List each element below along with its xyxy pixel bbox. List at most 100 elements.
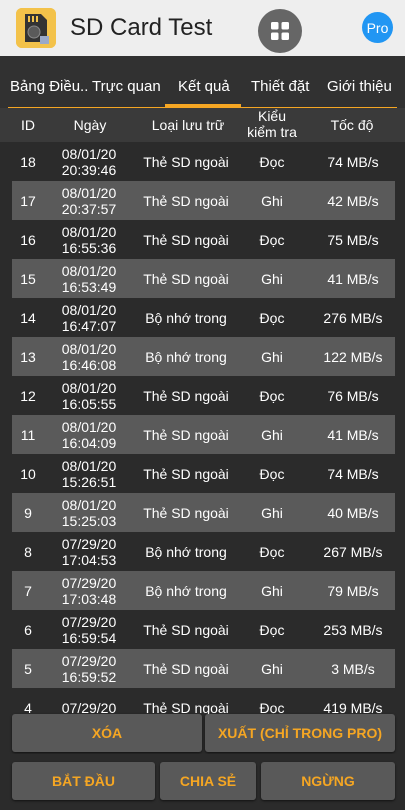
cell-id: 10 [20, 465, 36, 482]
table-row[interactable]: 8 07/29/20 17:04:53 Bộ nhớ trong Đọc 267 MB/s [12, 532, 395, 571]
cell-id: 17 [20, 192, 36, 209]
table-row[interactable]: 9 08/01/20 15:25:03 Thẻ SD ngoài Ghi 40 MB/s [12, 493, 395, 532]
cell-speed: 276 MB/s [323, 309, 383, 326]
cell-date: 08/01/20 15:26:51 [54, 454, 124, 493]
cell-storage: Thẻ SD ngoài [143, 504, 229, 521]
cell-mode: Đọc [259, 231, 285, 248]
cell-date-time: 16:05:55 [61, 395, 117, 412]
cell-id: 7 [24, 582, 32, 599]
cell-id: 4 [24, 699, 32, 715]
cell-date-day: 08/01/20 [61, 340, 117, 357]
cell-date: 08/01/20 15:25:03 [54, 493, 124, 532]
header-mode-line2: kiểm tra [247, 124, 297, 140]
cell-speed: 3 MB/s [331, 660, 375, 677]
cell-speed: 40 MB/s [327, 504, 379, 521]
cell-date: 07/29/20 17:04:53 [54, 532, 124, 571]
cell-storage: Thẻ SD ngoài [143, 192, 229, 209]
cell-storage: Thẻ SD ngoài [143, 621, 229, 638]
table-row[interactable]: 10 08/01/20 15:26:51 Thẻ SD ngoài Đọc 74 MB/s [12, 454, 395, 493]
header-storage: Loại lưu trữ [151, 117, 225, 133]
table-row[interactable]: 14 08/01/20 16:47:07 Bộ nhớ trong Đọc 276 MB/… [12, 298, 395, 337]
cell-date-time: 15:25:03 [61, 512, 117, 529]
tab-selected-indicator [165, 104, 241, 107]
cell-storage: Bộ nhớ trong [145, 309, 227, 326]
cell-storage: Bộ nhớ trong [145, 348, 227, 365]
cell-mode: Ghi [261, 192, 283, 209]
cell-mode: Ghi [261, 504, 283, 521]
cell-date-time: 15:26:51 [61, 473, 117, 490]
cell-date-day: 08/01/20 [61, 301, 117, 318]
cell-mode: Ghi [261, 270, 283, 287]
cell-date: 08/01/20 16:47:07 [54, 298, 124, 337]
cell-id: 9 [24, 504, 32, 521]
cell-date-day: 08/01/20 [61, 379, 117, 396]
cell-date-day: 07/29/20 [61, 535, 117, 552]
cell-speed: 74 MB/s [327, 153, 379, 170]
table-row[interactable]: 18 08/01/20 20:39:46 Thẻ SD ngoài Đọc 74 MB/s [12, 142, 395, 181]
cell-date-day: 07/29/20 [61, 652, 117, 669]
cell-storage: Thẻ SD ngoài [143, 231, 229, 248]
table-row[interactable]: 11 08/01/20 16:04:09 Thẻ SD ngoài Ghi 41 MB/s [12, 415, 395, 454]
header-date: Ngày [73, 117, 107, 133]
cell-id: 8 [24, 543, 32, 560]
table-row[interactable]: 12 08/01/20 16:05:55 Thẻ SD ngoài Đọc 76 MB/s [12, 376, 395, 415]
table-header: ID Ngày Loại lưu trữ Kiểu kiểm tra Tốc đ… [0, 108, 405, 142]
table-row[interactable]: 5 07/29/20 16:59:52 Thẻ SD ngoài Ghi 3 MB/s [12, 649, 395, 688]
table-row[interactable]: 15 08/01/20 16:53:49 Thẻ SD ngoài Ghi 41 MB/s [12, 259, 395, 298]
grid-icon [271, 22, 289, 40]
cell-date-time: 20:37:57 [61, 200, 117, 217]
cell-speed: 419 MB/s [323, 699, 383, 715]
cell-mode: Đọc [259, 543, 285, 560]
share-button[interactable]: CHIA SẺ [160, 762, 256, 800]
sd-card-icon [16, 8, 56, 48]
delete-button[interactable]: XÓA [12, 714, 202, 752]
grid-menu-button[interactable] [258, 9, 302, 53]
cell-date: 08/01/20 20:39:46 [54, 142, 124, 181]
cell-id: 13 [20, 348, 36, 365]
tab-about[interactable]: Giới thiệu [327, 78, 392, 95]
tab-results[interactable]: Kết quả [178, 78, 230, 95]
cell-date-day: 07/29/20 [61, 699, 117, 715]
cell-date-day: 08/01/20 [61, 223, 117, 240]
cell-storage: Thẻ SD ngoài [143, 387, 229, 404]
cell-id: 11 [20, 426, 36, 443]
table-row[interactable]: 16 08/01/20 16:55:36 Thẻ SD ngoài Đọc 75 MB/s [12, 220, 395, 259]
cell-date-day: 08/01/20 [61, 496, 117, 513]
header-speed: Tốc độ [330, 117, 374, 133]
stop-button[interactable]: NGỪNG [261, 762, 395, 800]
cell-date-day: 07/29/20 [61, 574, 117, 591]
cell-speed: 79 MB/s [327, 582, 379, 599]
table-row[interactable]: 7 07/29/20 17:03:48 Bộ nhớ trong Ghi 79 MB/s [12, 571, 395, 610]
pro-button[interactable]: Pro [362, 12, 393, 43]
cell-date: 07/29/20 [54, 688, 124, 715]
cell-speed: 267 MB/s [323, 543, 383, 560]
cell-storage: Thẻ SD ngoài [143, 153, 229, 170]
table-row[interactable]: 4 07/29/20 Thẻ SD ngoài Đọc 419 MB/s [12, 688, 395, 714]
cell-date-time: 16:53:49 [61, 278, 117, 295]
export-button[interactable]: XUẤT (CHỈ TRONG PRO) [205, 714, 395, 752]
table-row[interactable]: 13 08/01/20 16:46:08 Bộ nhớ trong Ghi 122 MB/… [12, 337, 395, 376]
tab-visual[interactable]: Trực quan [92, 78, 161, 95]
cell-date-time: 20:39:46 [61, 161, 117, 178]
cell-storage: Thẻ SD ngoài [143, 426, 229, 443]
cell-mode: Đọc [259, 621, 285, 638]
table-row[interactable]: 6 07/29/20 16:59:54 Thẻ SD ngoài Đọc 253 MB/s [12, 610, 395, 649]
cell-date-day: 08/01/20 [61, 457, 117, 474]
cell-speed: 76 MB/s [327, 387, 379, 404]
cell-storage: Bộ nhớ trong [145, 543, 227, 560]
cell-date: 08/01/20 20:37:57 [54, 181, 124, 220]
cell-speed: 122 MB/s [323, 348, 383, 365]
start-button[interactable]: BẮT ĐẦU [12, 762, 155, 800]
cell-storage: Thẻ SD ngoài [143, 699, 229, 715]
cell-id: 5 [24, 660, 32, 677]
cell-date-time: 17:03:48 [61, 590, 117, 607]
cell-mode: Đọc [259, 153, 285, 170]
results-table[interactable]: 18 08/01/20 20:39:46 Thẻ SD ngoài Đọc 74 MB/s… [0, 142, 405, 714]
cell-mode: Đọc [259, 309, 285, 326]
table-row[interactable]: 17 08/01/20 20:37:57 Thẻ SD ngoài Ghi 42 MB/s [12, 181, 395, 220]
tab-dashboard[interactable]: Bảng Điều.. [10, 78, 88, 95]
cell-id: 16 [20, 231, 36, 248]
tab-settings[interactable]: Thiết đặt [251, 78, 309, 95]
cell-id: 15 [20, 270, 36, 287]
cell-id: 6 [24, 621, 32, 638]
